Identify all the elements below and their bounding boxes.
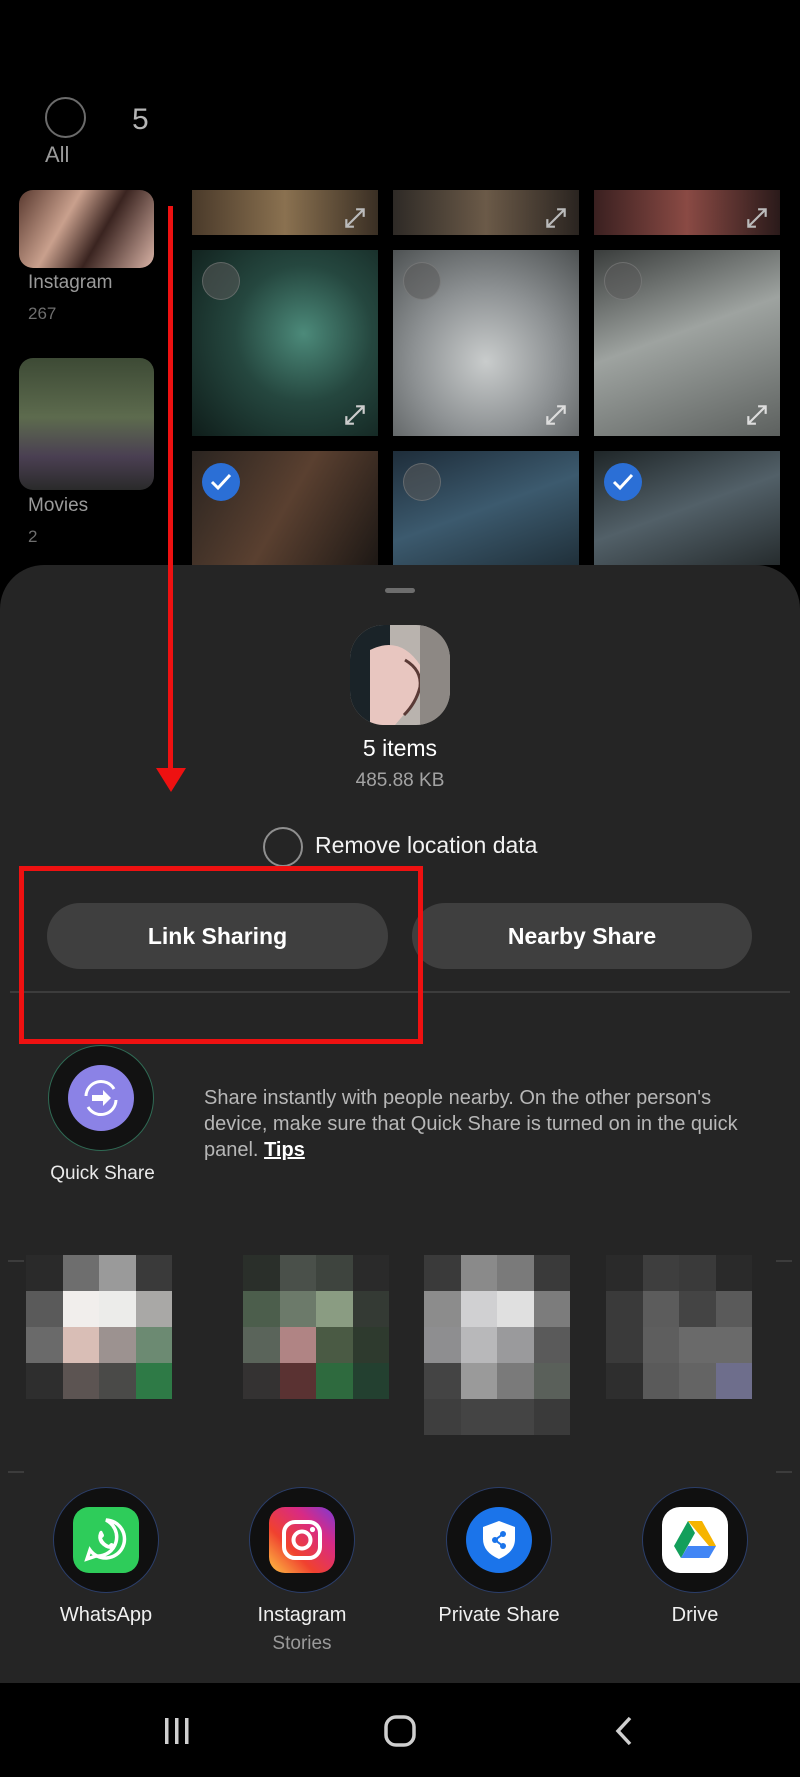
photo-thumbnail[interactable] (393, 250, 579, 436)
expand-icon[interactable] (342, 205, 368, 231)
photo-thumbnail[interactable] (594, 451, 780, 565)
photo-thumbnail[interactable] (393, 190, 579, 235)
tips-link[interactable]: Tips (264, 1139, 305, 1161)
instagram-app-button[interactable] (249, 1487, 355, 1593)
expand-icon[interactable] (744, 205, 770, 231)
back-button[interactable] (590, 1701, 660, 1761)
album-name: Movies (28, 495, 89, 516)
expand-icon[interactable] (543, 205, 569, 231)
contact-avatar-blurred (26, 1255, 172, 1399)
album-count: 267 (28, 304, 57, 323)
direct-share-contact[interactable] (606, 1255, 752, 1415)
remove-location-label[interactable]: Remove location data (315, 832, 537, 859)
preview-image (350, 625, 450, 725)
album-count: 2 (28, 527, 38, 546)
app-label: Instagram (257, 1604, 347, 1626)
quick-share-description: Share instantly with people nearby. On t… (204, 1085, 764, 1163)
whatsapp-icon (73, 1507, 139, 1573)
gallery-background: All 5 Instagram 267 Movies 2 (0, 0, 800, 600)
select-checkbox[interactable] (403, 463, 441, 501)
app-label: Private Share (438, 1604, 560, 1626)
expand-icon[interactable] (543, 402, 569, 428)
drag-handle[interactable] (385, 588, 415, 593)
whatsapp-app-button[interactable] (53, 1487, 159, 1593)
recents-button[interactable] (142, 1701, 212, 1761)
private-share-icon (466, 1507, 532, 1573)
contact-avatar-blurred (606, 1255, 752, 1399)
recents-icon (165, 1718, 189, 1744)
quick-share-label: Quick Share (50, 1163, 155, 1184)
share-preview-thumbnail (350, 625, 450, 725)
share-items-size: 485.88 KB (355, 770, 445, 791)
photo-thumbnail[interactable] (594, 190, 780, 235)
share-items-title: 5 items (362, 735, 438, 761)
instagram-icon (269, 1507, 335, 1573)
divider (776, 1260, 792, 1262)
album-instagram-thumbnail[interactable] (19, 190, 154, 268)
app-sublabel: Stories (272, 1633, 332, 1654)
divider (8, 1260, 24, 1262)
photo-thumbnail[interactable] (393, 451, 579, 565)
private-share-app-button[interactable] (446, 1487, 552, 1593)
check-icon (210, 473, 232, 491)
navigation-bar (0, 1683, 800, 1777)
select-all-label: All (45, 142, 70, 167)
selected-count: 5 (132, 103, 149, 136)
select-all-checkbox[interactable] (45, 97, 86, 138)
select-checkbox[interactable] (403, 262, 441, 300)
quick-share-icon (68, 1065, 134, 1131)
remove-location-radio[interactable] (263, 827, 303, 867)
app-label: WhatsApp (59, 1604, 153, 1626)
divider (776, 1471, 792, 1473)
app-label: Drive (671, 1604, 719, 1626)
select-checkbox[interactable] (202, 262, 240, 300)
back-icon (615, 1716, 632, 1746)
annotation-arrow-head (156, 768, 186, 792)
direct-share-contact[interactable] (424, 1255, 570, 1455)
share-sheet: 5 items 485.88 KB Remove location data L… (0, 565, 800, 1683)
contact-avatar-blurred (424, 1255, 570, 1435)
contact-avatar-blurred (243, 1255, 389, 1399)
nearby-share-button[interactable]: Nearby Share (412, 903, 752, 969)
drive-icon (662, 1507, 728, 1573)
direct-share-contact[interactable] (26, 1255, 172, 1415)
selected-checkbox[interactable] (202, 463, 240, 501)
album-movies-thumbnail[interactable] (19, 358, 154, 490)
expand-icon[interactable] (744, 402, 770, 428)
photo-thumbnail[interactable] (192, 250, 378, 436)
select-checkbox[interactable] (604, 262, 642, 300)
check-icon (612, 473, 634, 491)
direct-share-contact[interactable] (243, 1255, 389, 1415)
quick-share-button[interactable] (48, 1045, 154, 1151)
divider (8, 1471, 24, 1473)
home-button[interactable] (365, 1701, 435, 1761)
annotation-highlight-box (19, 866, 423, 1044)
album-name: Instagram (28, 272, 113, 293)
expand-icon[interactable] (342, 402, 368, 428)
photo-thumbnail[interactable] (192, 451, 378, 565)
home-icon (384, 1715, 416, 1747)
photo-thumbnail[interactable] (192, 190, 378, 235)
annotation-arrow-shaft (168, 206, 173, 772)
photo-thumbnail[interactable] (594, 250, 780, 436)
drive-app-button[interactable] (642, 1487, 748, 1593)
selected-checkbox[interactable] (604, 463, 642, 501)
